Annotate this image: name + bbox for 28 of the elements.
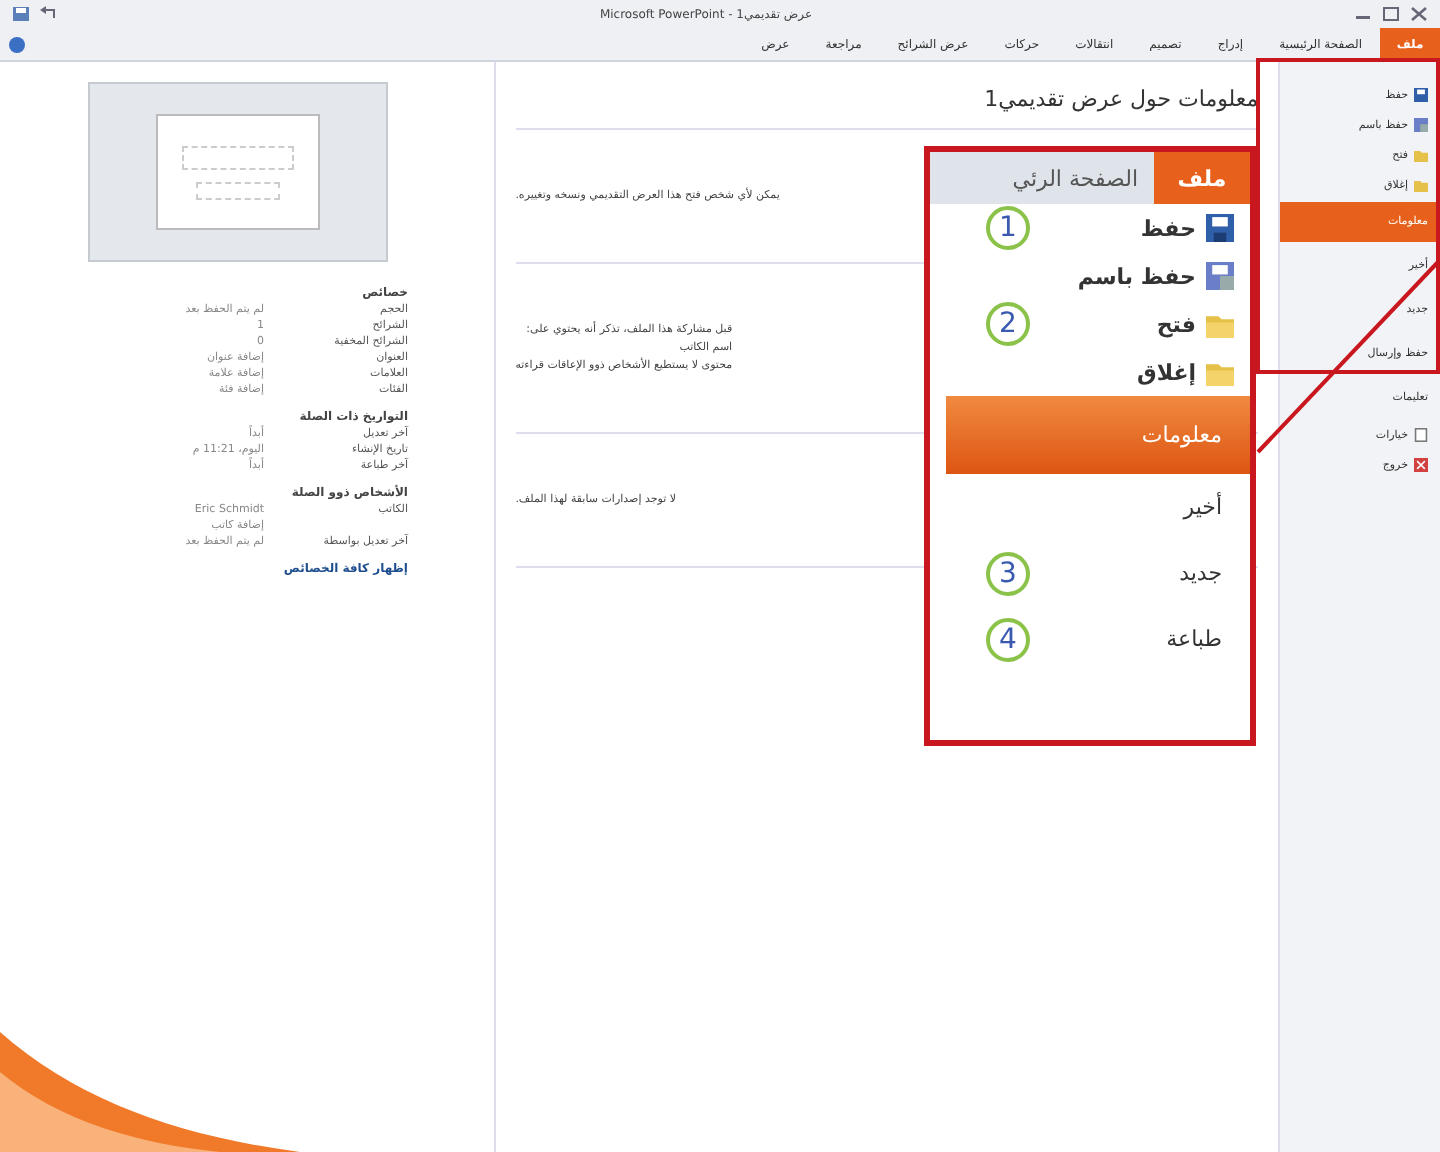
floppy-icon [1414,118,1428,132]
folder-icon [1206,358,1234,386]
undo-icon[interactable] [40,6,58,22]
save-icon[interactable] [12,6,30,22]
floppy-icon [1206,214,1234,242]
step-number-badge: 4 [986,617,1030,661]
info-heading: معلومات حول عرض تقديمي1 [515,78,1259,130]
file-tab[interactable]: الصفحة الرئي [996,152,1154,204]
menu-item[interactable]: جديد [1151,540,1250,606]
folder-icon [1414,178,1428,192]
menu-item[interactable]: أخير [1155,474,1250,540]
document-icon [1414,428,1428,442]
menu-item[interactable]: فتح [1140,300,1250,348]
floppy-icon [1206,262,1234,290]
step-number-badge: 2 [986,302,1030,346]
floppy-icon [1414,88,1428,102]
menu-item[interactable]: حفظ باسم [1061,252,1250,300]
exit-icon [1414,458,1428,472]
maximize-icon[interactable] [1381,6,1400,22]
step-number-badge: 3 [986,551,1030,595]
step-number-badge: 1 [986,206,1030,250]
close-icon[interactable] [1409,6,1428,22]
menu-item[interactable]: إغلاق [1121,348,1250,396]
folder-icon [1414,148,1428,162]
folder-icon [1206,310,1234,338]
menu-item[interactable]: حفظ [1124,204,1250,252]
menu-item[interactable]: طباعة [1138,606,1250,672]
help-icon[interactable] [8,35,26,53]
